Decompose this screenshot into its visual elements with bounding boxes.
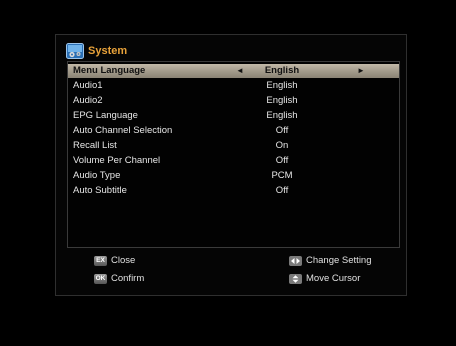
- change-setting-hint[interactable]: Change Setting: [289, 255, 372, 266]
- exit-key-icon: EX: [94, 255, 107, 266]
- menu-row-audio1[interactable]: Audio1 English: [68, 79, 399, 93]
- menu-row-auto-channel-selection[interactable]: Auto Channel Selection Off: [68, 124, 399, 138]
- menu-row-value: Off: [275, 125, 289, 136]
- change-setting-label: Change Setting: [306, 255, 372, 266]
- move-cursor-label: Move Cursor: [306, 273, 361, 284]
- left-right-key-icon: [289, 255, 302, 266]
- menu-row-value: English: [264, 65, 300, 76]
- menu-row-volume-per-channel[interactable]: Volume Per Channel Off: [68, 154, 399, 168]
- menu-row-label: Menu Language: [73, 65, 146, 76]
- menu-row-label: Auto Subtitle: [73, 185, 127, 196]
- system-settings-icon: [66, 43, 84, 59]
- menu-row-value: English: [266, 110, 298, 121]
- menu-row-value: Off: [275, 185, 289, 196]
- page-title: System: [88, 45, 128, 57]
- system-menu-panel: System Menu Language ◄ English ► Audio1 …: [55, 34, 407, 296]
- menu-row-auto-subtitle[interactable]: Auto Subtitle Off: [68, 184, 399, 198]
- tv-screen: System Menu Language ◄ English ► Audio1 …: [0, 0, 456, 346]
- menu-row-label: Volume Per Channel: [73, 155, 161, 166]
- arrow-left-icon[interactable]: ◄: [236, 64, 244, 78]
- menu-row-recall-list[interactable]: Recall List On: [68, 139, 399, 153]
- title-bar: System: [66, 42, 127, 60]
- menu-row-label: Audio1: [73, 80, 103, 91]
- menu-row-value: On: [275, 140, 289, 151]
- menu-row-label: EPG Language: [73, 110, 138, 121]
- menu-row-epg-language[interactable]: EPG Language English: [68, 109, 399, 123]
- ok-key-icon: OK: [94, 273, 107, 284]
- menu-row-label: Recall List: [73, 140, 117, 151]
- settings-list: Menu Language ◄ English ► Audio1 English…: [67, 61, 400, 248]
- move-cursor-hint[interactable]: Move Cursor: [289, 273, 360, 284]
- close-hint[interactable]: EX Close: [94, 255, 135, 266]
- menu-row-value: Off: [275, 155, 289, 166]
- menu-row-audio2[interactable]: Audio2 English: [68, 94, 399, 108]
- menu-row-value: English: [266, 95, 298, 106]
- menu-row-value: PCM: [271, 170, 293, 181]
- menu-row-value: English: [266, 80, 298, 91]
- menu-row-label: Audio2: [73, 95, 103, 106]
- confirm-label: Confirm: [111, 273, 145, 284]
- confirm-hint[interactable]: OK Confirm: [94, 273, 144, 284]
- menu-row-label: Audio Type: [73, 170, 121, 181]
- menu-row-label: Auto Channel Selection: [73, 125, 173, 136]
- menu-row-audio-type[interactable]: Audio Type PCM: [68, 169, 399, 183]
- menu-row-menu-language[interactable]: Menu Language ◄ English ►: [68, 64, 399, 78]
- up-down-key-icon: [289, 273, 302, 284]
- arrow-right-icon[interactable]: ►: [357, 64, 365, 78]
- close-label: Close: [111, 255, 136, 266]
